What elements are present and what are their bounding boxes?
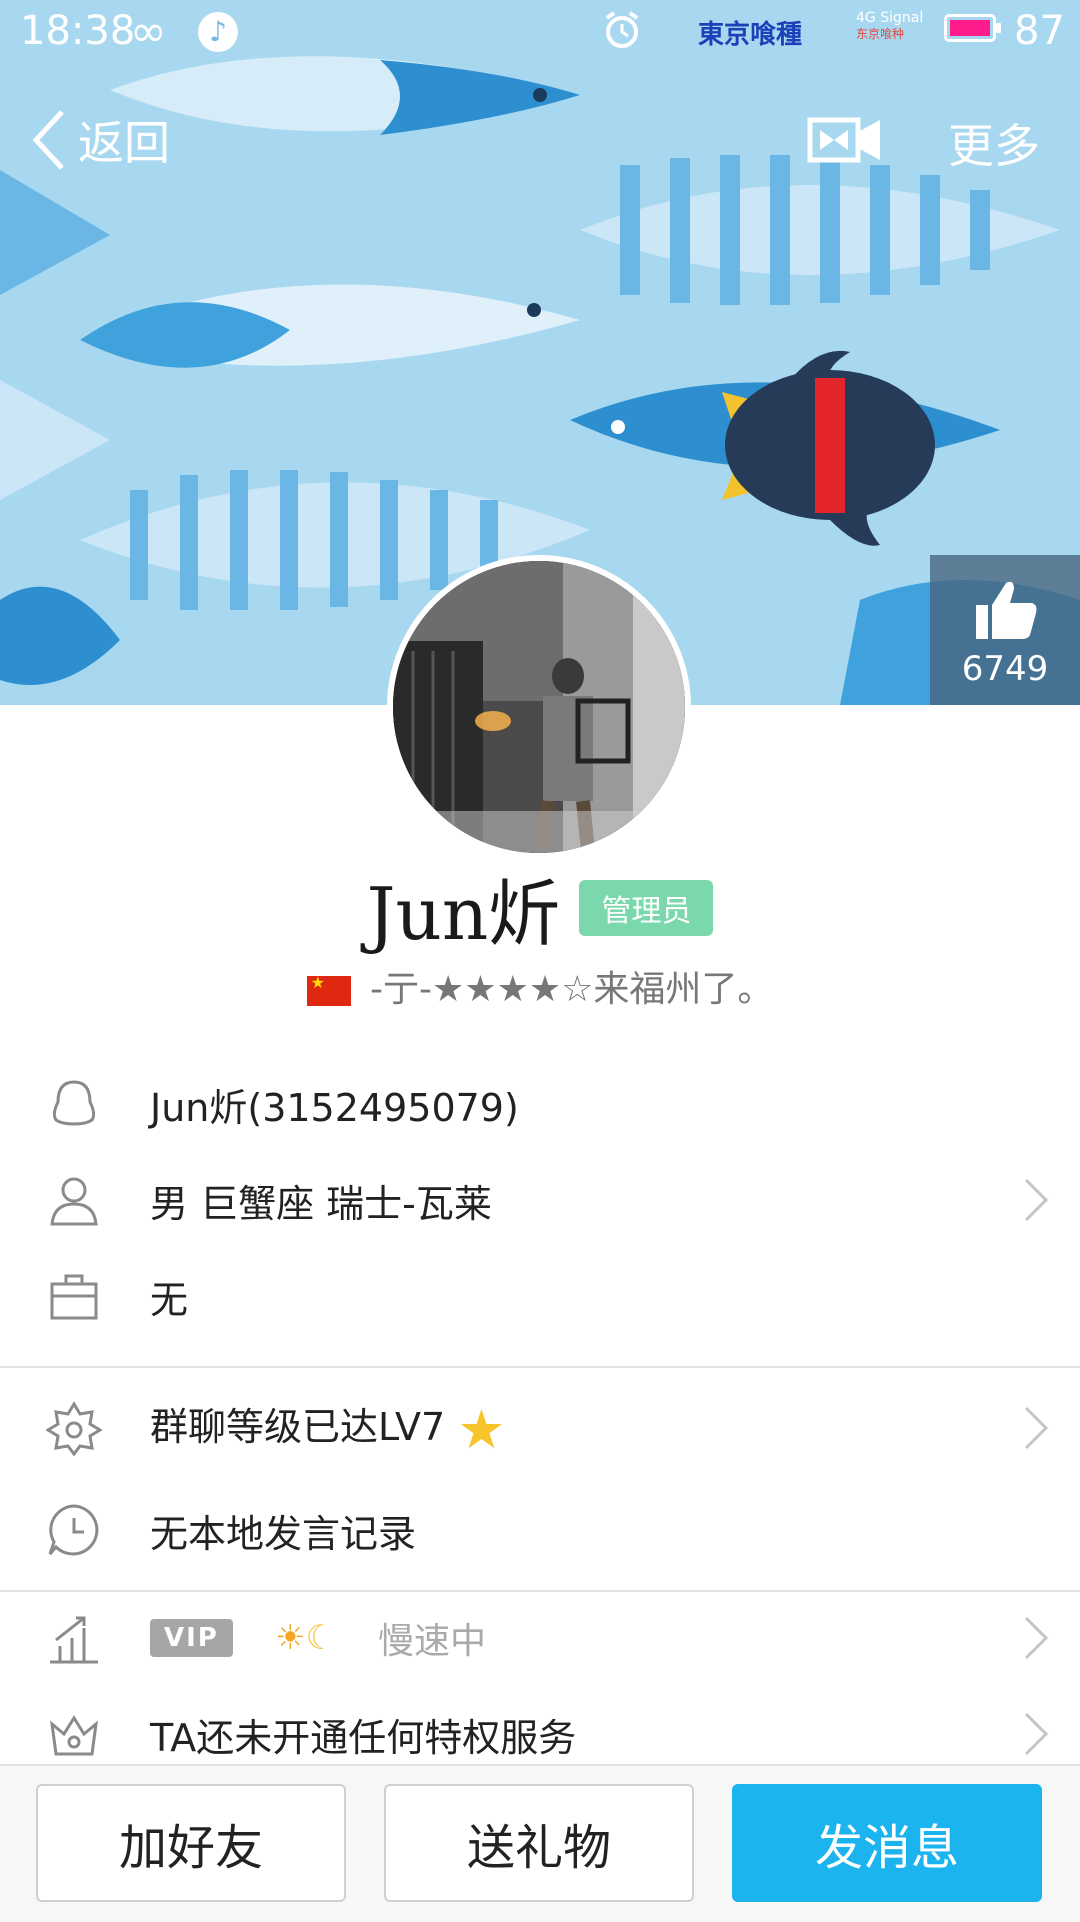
profile-name: Jun炘: [366, 872, 561, 956]
growth-chart-icon: [50, 1616, 98, 1664]
qq-id: Jun炘(3152495079): [150, 1085, 519, 1130]
vip-info: VIP ☀☾ 慢速中: [150, 1612, 486, 1664]
chevron-right-icon: [1024, 1616, 1049, 1660]
vip-row[interactable]: VIP ☀☾ 慢速中: [0, 1590, 1080, 1686]
profile-name-row: Jun炘 管理员: [0, 855, 1080, 960]
video-call-icon[interactable]: [806, 110, 884, 170]
china-flag-icon: [306, 973, 351, 1006]
battery-icon: [944, 14, 1001, 42]
qq-row: Jun炘(3152495079): [0, 1056, 1080, 1152]
carrier-name: 東京喰種: [698, 20, 803, 50]
job-row: 无: [0, 1248, 1080, 1344]
personal-info-row[interactable]: 男 巨蟹座 瑞士-瓦莱: [0, 1152, 1080, 1248]
avatar-image: [393, 561, 685, 853]
music-icon: ♪: [198, 12, 238, 52]
battery-level: 87: [1014, 8, 1065, 54]
back-label: 返回: [78, 116, 170, 170]
briefcase-icon: [50, 1274, 98, 1320]
star-icon: ★: [457, 1397, 506, 1461]
chevron-right-icon: [1024, 1178, 1049, 1222]
crown-icon: [50, 1715, 98, 1756]
penguin-icon: [52, 1080, 96, 1126]
nav-bar: 返回 更多: [0, 100, 1080, 180]
chevron-right-icon: [1024, 1712, 1049, 1756]
group-level-label: 群聊等级已达LV7: [150, 1404, 446, 1449]
signal-indicator: 4G Signal 东京喰种: [856, 10, 923, 42]
back-button[interactable]: 返回: [30, 108, 170, 172]
privilege-info: TA还未开通任何特权服务: [150, 1715, 577, 1760]
chevron-left-icon: [32, 110, 64, 170]
alarm-icon: [605, 11, 639, 48]
like-button[interactable]: 6749: [930, 555, 1080, 705]
signal-sub: 东京喰种: [856, 27, 905, 41]
status-time: 18:38: [20, 8, 136, 54]
vip-badge: VIP: [150, 1619, 233, 1657]
bottom-action-bar: 加好友 送礼物 发消息: [0, 1764, 1080, 1922]
group-level: 群聊等级已达LV7 ★: [150, 1396, 506, 1461]
send-gift-button[interactable]: 送礼物: [384, 1784, 694, 1902]
vip-status: 慢速中: [378, 1621, 487, 1662]
status-bar: 18:38 ∞ ♪ 東京喰種 4G Signal 东京喰种 87: [0, 0, 1080, 60]
signal-label: 4G Signal: [856, 10, 924, 26]
sun-moon-icon: ☀☾: [274, 1618, 336, 1658]
like-count: 6749: [961, 649, 1049, 689]
divider: [0, 1366, 1080, 1368]
clock-icon: [48, 1504, 99, 1556]
personal-info: 男 巨蟹座 瑞士-瓦莱: [150, 1181, 492, 1226]
profile-signature: -亍-★★★★☆来福州了。: [0, 960, 1080, 1012]
job: 无: [150, 1277, 189, 1322]
signature-text: -亍-★★★★☆来福州了。: [370, 969, 774, 1010]
send-message-button[interactable]: 发消息: [732, 1784, 1042, 1902]
admin-badge: 管理员: [579, 879, 714, 936]
group-level-row[interactable]: 群聊等级已达LV7 ★: [0, 1380, 1080, 1476]
avatar[interactable]: [387, 555, 691, 859]
add-friend-button[interactable]: 加好友: [36, 1784, 346, 1902]
chevron-right-icon: [1024, 1406, 1049, 1450]
more-button[interactable]: 更多: [948, 110, 1040, 176]
gear-star-icon: [46, 1401, 102, 1456]
speech-record: 无本地发言记录: [150, 1511, 417, 1556]
speech-record-row: 无本地发言记录: [0, 1482, 1080, 1578]
thumbs-up-icon: [976, 581, 1037, 639]
infinity-icon: ∞: [130, 6, 167, 57]
person-icon: [50, 1177, 98, 1226]
